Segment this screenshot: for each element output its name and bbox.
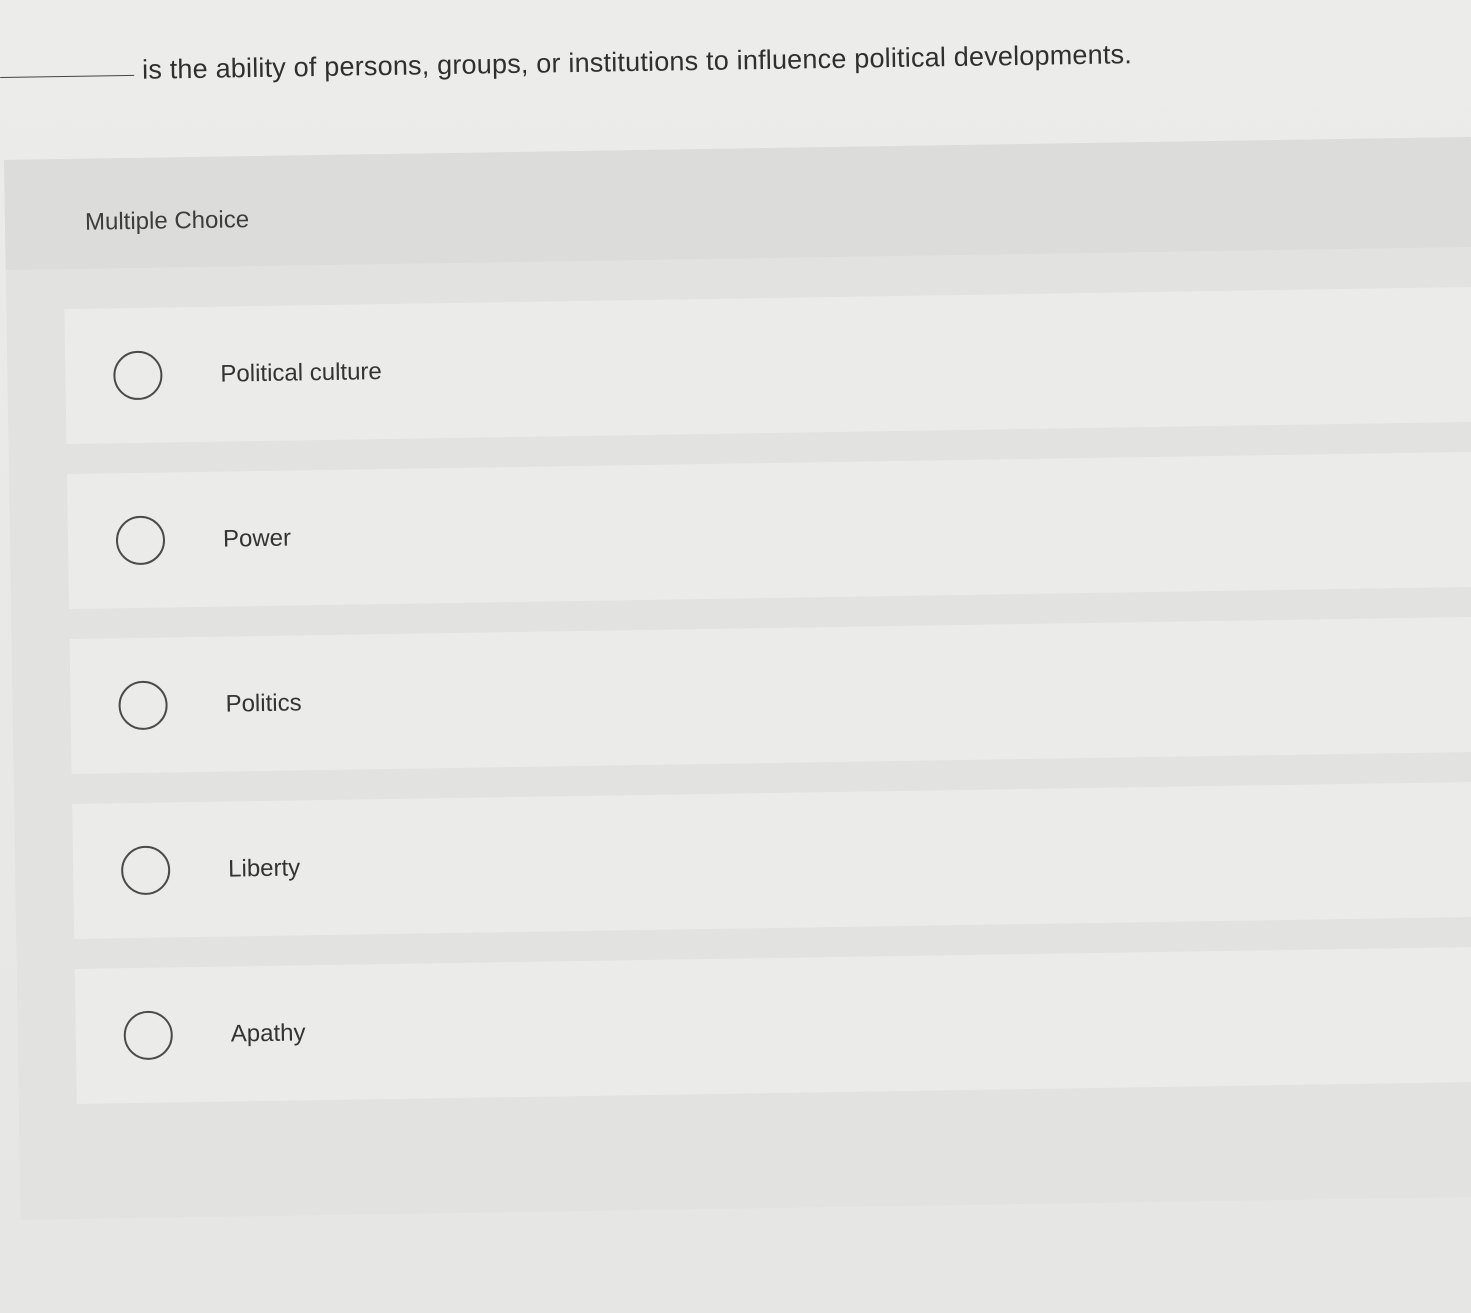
radio-button[interactable]	[118, 680, 168, 731]
option-row[interactable]: Political culture	[64, 286, 1471, 445]
question-text: is the ability of persons, groups, or in…	[141, 39, 1133, 85]
option-row[interactable]: Power	[66, 451, 1471, 610]
option-label[interactable]: Apathy	[231, 1019, 306, 1048]
radio-button[interactable]	[115, 515, 166, 566]
panel-header: Multiple Choice	[4, 136, 1471, 270]
option-label[interactable]: Liberty	[228, 854, 300, 883]
option-label[interactable]: Power	[223, 524, 291, 553]
option-label[interactable]: Politics	[225, 689, 301, 718]
option-row[interactable]: Liberty	[72, 781, 1471, 939]
answer-blank	[0, 74, 135, 78]
option-row[interactable]: Politics	[69, 616, 1471, 775]
options-list: Political culture Power Politics Liberty…	[64, 286, 1471, 1134]
multiple-choice-panel: Multiple Choice Political culture Power …	[4, 136, 1471, 1220]
radio-button[interactable]	[120, 845, 171, 896]
radio-button[interactable]	[113, 350, 163, 401]
option-label[interactable]: Political culture	[220, 358, 382, 389]
question-prompt: is the ability of persons, groups, or in…	[0, 18, 1300, 88]
radio-button[interactable]	[123, 1010, 174, 1061]
option-row[interactable]: Apathy	[74, 946, 1471, 1104]
multiple-choice-label: Multiple Choice	[84, 206, 250, 236]
